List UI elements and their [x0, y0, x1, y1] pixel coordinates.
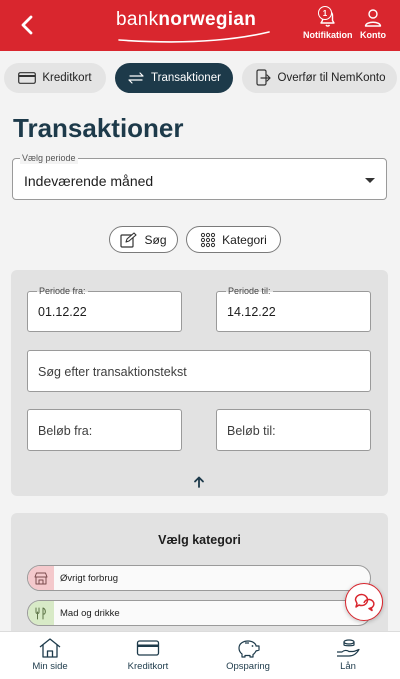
chat-button[interactable]	[345, 583, 383, 621]
home-icon	[39, 638, 61, 658]
tab-label: Transaktioner	[151, 72, 221, 84]
nav-label: Min side	[32, 661, 68, 672]
transfer-arrows-icon	[128, 72, 144, 84]
brand-logo: banknorwegian	[116, 9, 257, 30]
category-item[interactable]: Mad og drikke	[27, 600, 371, 626]
amount-to-placeholder: Beløb til:	[227, 424, 276, 438]
transaction-text-placeholder: Søg efter transaktionstekst	[38, 365, 187, 379]
search-filter-panel: Periode fra: 01.12.22 Periode til: 14.12…	[11, 270, 388, 496]
account-label: Konto	[360, 30, 386, 40]
period-from-label: Periode fra:	[37, 286, 88, 297]
category-label: Mad og drikke	[60, 607, 120, 619]
back-button[interactable]	[14, 12, 40, 38]
account-button[interactable]: Konto	[360, 6, 386, 40]
category-toggle-button[interactable]: Kategori	[186, 226, 281, 253]
nav-label: Opsparing	[226, 661, 270, 672]
tab-label: Kreditkort	[42, 72, 92, 84]
page-title: Transaktioner	[13, 113, 184, 143]
transaction-text-input[interactable]: Søg efter transaktionstekst	[27, 350, 371, 392]
category-label: Øvrigt forbrug	[60, 572, 119, 584]
collapse-panel-button[interactable]	[192, 475, 206, 489]
person-icon	[364, 9, 382, 27]
grid-dots-icon	[201, 232, 216, 247]
nav-opsparing[interactable]: Opsparing	[198, 637, 298, 672]
period-to-field[interactable]: Periode til: 14.12.22	[216, 286, 371, 332]
nav-label: Kreditkort	[127, 661, 169, 672]
chevron-left-icon	[21, 15, 33, 35]
category-panel-title: Vælg kategori	[158, 533, 241, 547]
credit-card-icon	[136, 640, 160, 656]
notification-label: Notifikation	[303, 30, 353, 40]
tab-label: Overfør til NemKonto	[277, 72, 386, 84]
arrow-up-icon	[194, 476, 204, 488]
period-to-value: 14.12.22	[227, 305, 276, 319]
amount-from-input[interactable]: Beløb fra:	[27, 409, 182, 451]
notification-button[interactable]: 1 Notifikation	[303, 6, 353, 40]
period-to-label: Periode til:	[226, 286, 273, 297]
phone-transfer-icon	[255, 69, 271, 86]
nav-laan[interactable]: Lån	[298, 637, 398, 672]
period-from-value: 01.12.22	[38, 305, 87, 319]
credit-card-icon	[18, 72, 37, 84]
category-item[interactable]: Øvrigt forbrug	[27, 565, 371, 591]
category-panel: Vælg kategori Øvrigt forbrug Mad og drik…	[11, 513, 388, 638]
search-toggle-label: Søg	[144, 232, 167, 247]
period-select-value: Indeværende måned	[24, 173, 154, 189]
nav-kreditkort[interactable]: Kreditkort	[98, 637, 198, 672]
category-toggle-label: Kategori	[222, 232, 267, 247]
tab-kreditkort[interactable]: Kreditkort	[4, 63, 106, 93]
period-from-field[interactable]: Periode fra: 01.12.22	[27, 286, 182, 332]
tab-bar: Kreditkort Transaktioner Overfør til Nem…	[0, 63, 400, 93]
dropdown-caret-icon	[365, 178, 375, 183]
shop-icon	[28, 566, 54, 590]
period-select-label: Vælg periode	[20, 153, 78, 164]
logo-swoosh-icon	[118, 31, 270, 43]
loan-hand-icon	[337, 639, 360, 657]
amount-from-placeholder: Beløb fra:	[38, 424, 93, 438]
tab-overfoer-nemkonto[interactable]: Overfør til NemKonto	[242, 63, 397, 93]
chat-bubbles-icon	[354, 593, 375, 612]
period-select[interactable]: Vælg periode Indeværende måned	[12, 153, 387, 200]
nav-label: Lån	[340, 661, 356, 672]
notification-count-badge: 1	[318, 6, 332, 20]
nav-min-side[interactable]: Min side	[0, 637, 100, 672]
top-bar: banknorwegian 1 Notifikation Konto	[0, 0, 400, 51]
search-toggle-button[interactable]: Søg	[109, 226, 178, 253]
piggy-bank-icon	[238, 640, 260, 658]
bottom-navigation: Min side Kreditkort Opsparing Lån	[0, 631, 400, 679]
food-icon	[28, 601, 54, 625]
pencil-edit-icon	[120, 231, 138, 248]
app-root: banknorwegian 1 Notifikation Konto Kredi…	[0, 0, 400, 679]
tab-transaktioner[interactable]: Transaktioner	[115, 63, 233, 93]
amount-to-input[interactable]: Beløb til:	[216, 409, 371, 451]
